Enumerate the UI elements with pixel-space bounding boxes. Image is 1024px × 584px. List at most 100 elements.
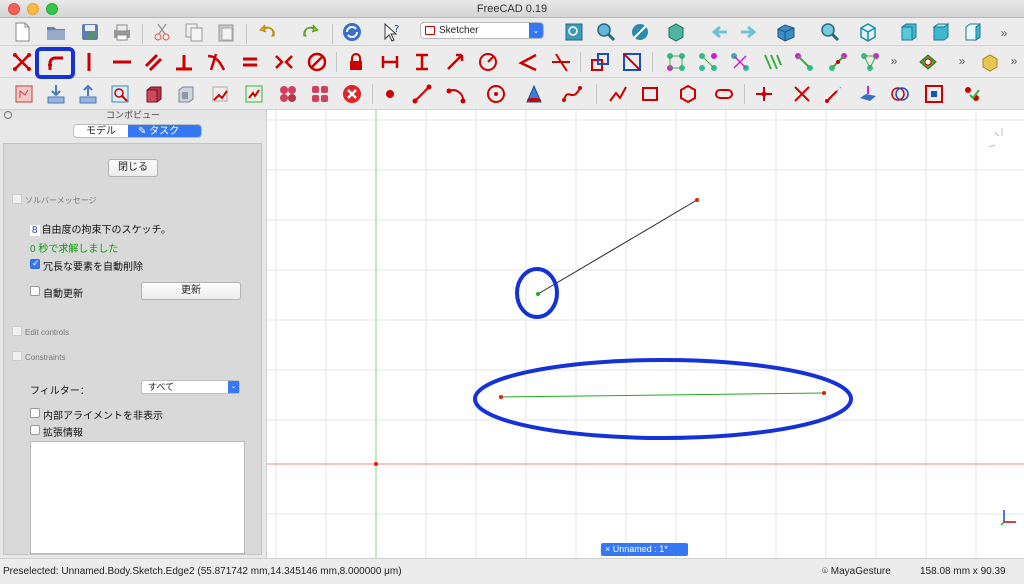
line-endpoint[interactable] [695, 198, 699, 202]
dock-icon[interactable] [4, 111, 12, 119]
print-icon[interactable] [110, 20, 134, 44]
split-icon[interactable] [790, 82, 814, 106]
draw-style-icon[interactable] [628, 20, 652, 44]
polyline-icon[interactable] [606, 82, 630, 106]
toggle-driving-icon[interactable] [588, 50, 612, 74]
fit-all-icon[interactable] [562, 20, 586, 44]
navigation-style[interactable]: ⌾ MayaGesture [822, 559, 891, 584]
pipe-icon[interactable] [276, 82, 300, 106]
export-icon[interactable] [76, 82, 100, 106]
overflow-chevron-icon[interactable]: » [888, 54, 900, 68]
trim-icon[interactable] [752, 82, 776, 106]
view-sketch-icon[interactable] [916, 50, 940, 74]
part-design-icon[interactable] [978, 50, 1002, 74]
document-tab[interactable]: × Unnamed : 1* [601, 543, 688, 556]
workbench-selector[interactable]: Sketcher ⌄ [420, 22, 544, 39]
hide-internal-checkbox[interactable] [30, 408, 40, 418]
constraints-list[interactable] [30, 441, 245, 554]
3d-viewport[interactable] [266, 110, 1024, 558]
window-minimize-button[interactable] [27, 3, 39, 15]
point-icon[interactable] [378, 82, 402, 106]
isometric-view-icon[interactable] [856, 20, 880, 44]
delete-icon[interactable] [340, 82, 364, 106]
construction-mode-icon[interactable] [922, 82, 946, 106]
attach-sketch-icon[interactable] [108, 82, 132, 106]
solver-messages-section[interactable]: ソルバーメッセージ [12, 194, 97, 206]
refresh-icon[interactable] [340, 20, 364, 44]
window-close-button[interactable] [8, 3, 20, 15]
perpendicular-icon[interactable] [172, 50, 196, 74]
overflow-chevron-icon[interactable]: » [1008, 54, 1020, 68]
extended-info-checkbox[interactable] [30, 425, 40, 435]
front-view-icon[interactable] [896, 20, 920, 44]
import-icon[interactable] [44, 82, 68, 106]
pad-icon[interactable] [142, 82, 166, 106]
select-redundant-icon[interactable] [792, 50, 816, 74]
radius-icon[interactable] [476, 50, 500, 74]
external-geometry-icon[interactable] [856, 82, 880, 106]
revolution-icon[interactable] [208, 82, 232, 106]
validate-sketch-icon[interactable] [960, 82, 984, 106]
vertical-line-icon[interactable] [77, 50, 101, 74]
line-startpoint[interactable] [536, 292, 540, 296]
carbon-copy-icon[interactable] [888, 82, 912, 106]
close-button[interactable]: 閉じる [108, 159, 158, 177]
select-constraints-icon[interactable] [664, 50, 688, 74]
symmetric-icon[interactable] [272, 50, 296, 74]
top-view-icon[interactable] [928, 20, 952, 44]
arc-icon[interactable] [444, 82, 468, 106]
horizontal-line-icon[interactable] [110, 50, 134, 74]
sketch-line[interactable] [537, 199, 698, 295]
open-folder-icon[interactable] [44, 20, 68, 44]
constraints-section[interactable]: Constraints [12, 351, 65, 362]
select-conflicting-icon[interactable] [826, 50, 850, 74]
toggle-active-icon[interactable] [620, 50, 644, 74]
select-origin-icon[interactable] [696, 50, 720, 74]
extend-icon[interactable] [822, 82, 846, 106]
tab-model[interactable]: モデル [74, 125, 128, 137]
fit-selection-icon[interactable] [594, 20, 618, 44]
pocket-icon[interactable] [174, 82, 198, 106]
select-horizontal-axis-icon[interactable] [760, 50, 784, 74]
whats-this-icon[interactable]: ? [380, 20, 404, 44]
polygon-icon[interactable] [676, 82, 700, 106]
block-constraint-icon[interactable] [305, 50, 329, 74]
leave-sketch-icon[interactable] [10, 50, 34, 74]
loft-icon[interactable] [242, 82, 266, 106]
copy-icon[interactable] [182, 20, 206, 44]
update-button[interactable]: 更新 [141, 282, 241, 300]
back-arrow-icon[interactable] [708, 20, 732, 44]
slot-icon[interactable] [712, 82, 736, 106]
snell-law-icon[interactable] [549, 50, 573, 74]
zoom-icon[interactable] [818, 20, 842, 44]
horizontal-distance-icon[interactable] [378, 50, 402, 74]
groove-icon[interactable] [308, 82, 332, 106]
circle-icon[interactable] [484, 82, 508, 106]
lock-icon[interactable] [344, 50, 368, 74]
bspline-icon[interactable] [560, 82, 584, 106]
forward-arrow-icon[interactable] [736, 20, 760, 44]
save-icon[interactable] [78, 20, 102, 44]
dof-count[interactable]: 8 [30, 225, 40, 236]
select-vertical-axis-icon[interactable] [728, 50, 752, 74]
rectangle-icon[interactable] [638, 82, 662, 106]
parallel-icon[interactable] [141, 50, 165, 74]
redo-icon[interactable] [298, 20, 322, 44]
auto-remove-checkbox[interactable] [30, 258, 40, 269]
tab-tasks[interactable]: ✎ タスク [128, 125, 202, 137]
navigation-cube-icon[interactable] [988, 128, 1003, 148]
cut-icon[interactable] [150, 20, 174, 44]
auto-update-checkbox[interactable] [30, 286, 40, 296]
conic-icon[interactable] [522, 82, 546, 106]
undo-icon[interactable] [256, 20, 280, 44]
edit-controls-section[interactable]: Edit controls [12, 326, 69, 337]
angle-icon[interactable] [516, 50, 540, 74]
equal-icon[interactable] [238, 50, 262, 74]
paste-icon[interactable] [214, 20, 238, 44]
edge-endpoint[interactable] [822, 391, 826, 395]
distance-icon[interactable] [443, 50, 467, 74]
overflow-chevron-icon[interactable]: » [956, 54, 968, 68]
line-icon[interactable] [410, 82, 434, 106]
select-elements-icon[interactable] [858, 50, 882, 74]
window-maximize-button[interactable] [46, 3, 58, 15]
